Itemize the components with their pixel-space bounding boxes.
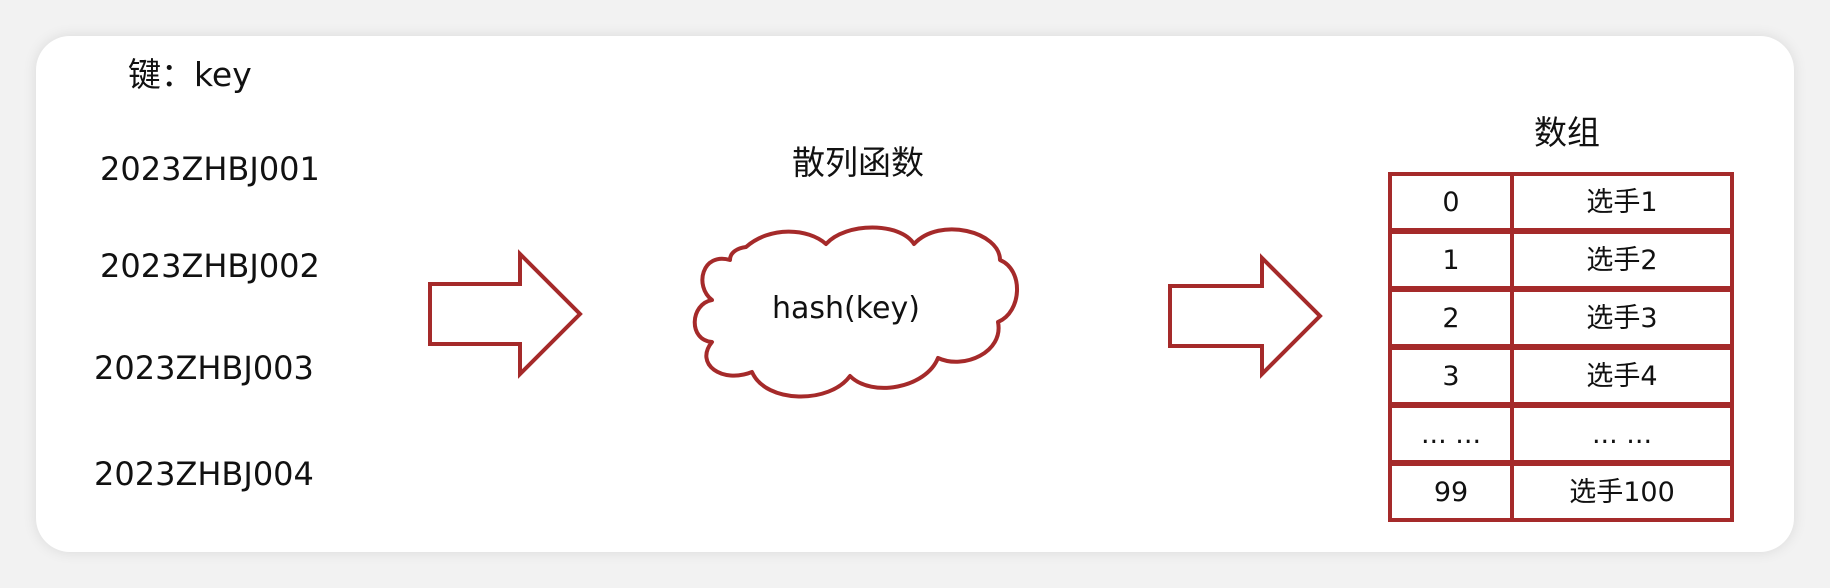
array-value-cell: ... ... xyxy=(1591,418,1653,450)
array-index-cell: 1 xyxy=(1442,244,1460,276)
array-value-cell: 选手100 xyxy=(1569,476,1675,508)
array-index-cell: 3 xyxy=(1442,360,1460,392)
array-index-cell: 2 xyxy=(1442,302,1460,334)
arrow-right-icon xyxy=(428,249,583,379)
array-value-cell: 选手3 xyxy=(1586,302,1658,334)
hash-function-label: hash(key) xyxy=(772,291,920,326)
array-index-cell: 0 xyxy=(1442,186,1460,218)
array-value-cell: 选手2 xyxy=(1586,244,1658,276)
array-index-cell: ... ... xyxy=(1420,418,1482,450)
array-value-cell: 选手4 xyxy=(1586,360,1658,392)
array-index-cell: 99 xyxy=(1433,476,1469,508)
arrow-right-icon xyxy=(1168,253,1323,379)
array-value-cell: 选手1 xyxy=(1586,186,1658,218)
